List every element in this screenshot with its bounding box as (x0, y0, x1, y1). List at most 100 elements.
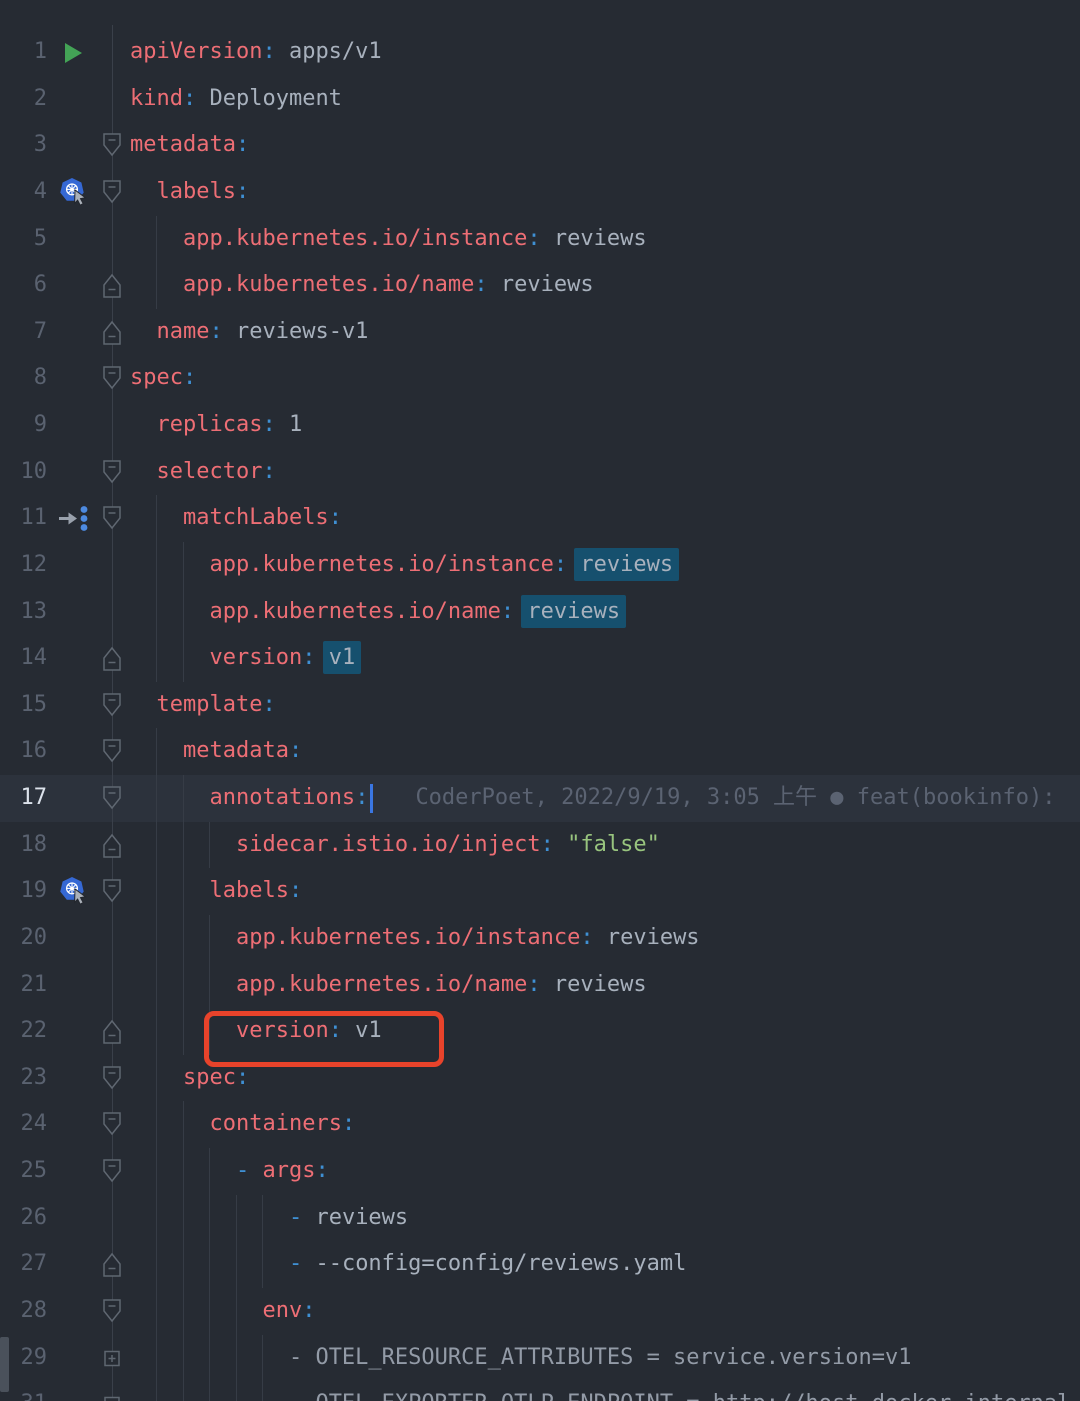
code-text: apiVersion: apps/v1 (130, 29, 382, 76)
code-line-27[interactable]: 27 - --config=config/reviews.yaml (0, 1241, 1080, 1288)
code-line-7[interactable]: 7 name: reviews-v1 (0, 309, 1080, 356)
code-token: - OTEL_RESOURCE_ATTRIBUTES = service.ver… (289, 1345, 912, 1370)
fold-collapse-icon[interactable] (100, 459, 124, 486)
code-text: selector: (130, 449, 276, 496)
code-token: : (183, 365, 196, 390)
fold-collapse-icon[interactable] (100, 738, 124, 765)
code-text: app.kubernetes.io/instance: reviews (130, 915, 700, 962)
code-token: env (262, 1298, 302, 1323)
code-line-29[interactable]: 29 - OTEL_RESOURCE_ATTRIBUTES = service.… (0, 1335, 1080, 1382)
fold-collapse-icon[interactable] (100, 132, 124, 159)
code-token: reviews (488, 272, 594, 297)
fold-collapse-icon[interactable] (100, 179, 124, 206)
fold-collapse-end-icon[interactable] (100, 272, 124, 299)
kubernetes-icon[interactable] (59, 876, 90, 907)
fold-collapse-end-icon[interactable] (100, 645, 124, 672)
code-token: : (302, 645, 315, 670)
code-text: - args: (130, 1148, 329, 1195)
fold-collapse-icon[interactable] (100, 505, 124, 532)
line-number: 18 (0, 822, 47, 869)
code-line-18[interactable]: 18 sidecar.istio.io/inject: "false" (0, 822, 1080, 869)
line-number: 22 (0, 1008, 47, 1055)
code-line-14[interactable]: 14 version: v1 (0, 635, 1080, 682)
kubernetes-icon[interactable] (59, 177, 90, 208)
code-line-26[interactable]: 26 - reviews (0, 1195, 1080, 1242)
fold-collapse-end-icon[interactable] (100, 1018, 124, 1045)
code-line-22[interactable]: 22 version: v1 (0, 1008, 1080, 1055)
line-number: 17 (0, 775, 47, 822)
fold-expand-icon[interactable] (100, 1391, 124, 1401)
code-text: spec: (130, 355, 196, 402)
code-line-16[interactable]: 16 metadata: (0, 728, 1080, 775)
code-token: reviews (541, 972, 647, 997)
code-token: : (474, 272, 487, 297)
code-line-9[interactable]: 9 replicas: 1 (0, 402, 1080, 449)
code-token: : (209, 319, 222, 344)
code-line-25[interactable]: 25 - args: (0, 1148, 1080, 1195)
code-token: kind (130, 86, 183, 111)
code-token: : (527, 226, 540, 251)
code-token: --config=config/reviews.yaml (315, 1251, 686, 1276)
code-line-2[interactable]: 2kind: Deployment (0, 76, 1080, 123)
code-token: : (501, 599, 514, 624)
fold-collapse-icon[interactable] (100, 785, 124, 812)
code-line-31[interactable]: 31 - OTEL_EXPORTER_OTLP_ENDPOINT = http:… (0, 1381, 1080, 1401)
run-icon[interactable] (62, 41, 84, 65)
code-line-28[interactable]: 28 env: (0, 1288, 1080, 1335)
line-number: 8 (0, 355, 47, 402)
code-line-19[interactable]: 19 labels: (0, 868, 1080, 915)
code-text: app.kubernetes.io/instance: reviews (130, 542, 673, 589)
code-line-1[interactable]: 1 apiVersion: apps/v1 (0, 29, 1080, 76)
code-token: - OTEL_EXPORTER_OTLP_ENDPOINT = http://h… (289, 1391, 1070, 1401)
code-token: "false" (567, 832, 660, 857)
line-number: 1 (0, 29, 47, 76)
code-token (554, 832, 567, 857)
code-line-6[interactable]: 6 app.kubernetes.io/name: reviews (0, 262, 1080, 309)
line-number: 16 (0, 728, 47, 775)
code-token: spec (183, 1065, 236, 1090)
code-token: replicas (157, 412, 263, 437)
code-line-10[interactable]: 10 selector: (0, 449, 1080, 496)
code-line-20[interactable]: 20 app.kubernetes.io/instance: reviews (0, 915, 1080, 962)
fold-collapse-icon[interactable] (100, 1298, 124, 1325)
code-line-13[interactable]: 13 app.kubernetes.io/name: reviews (0, 589, 1080, 636)
annotation-box (204, 1011, 444, 1067)
code-token: 1 (276, 412, 303, 437)
code-token: : (236, 132, 249, 157)
fold-collapse-icon[interactable] (100, 1158, 124, 1185)
fold-collapse-end-icon[interactable] (100, 319, 124, 346)
code-line-24[interactable]: 24 containers: (0, 1101, 1080, 1148)
fold-collapse-icon[interactable] (100, 692, 124, 719)
code-token: : (262, 412, 275, 437)
fold-expand-icon[interactable] (100, 1345, 124, 1372)
fold-collapse-icon[interactable] (100, 1111, 124, 1138)
code-line-21[interactable]: 21 app.kubernetes.io/name: reviews (0, 962, 1080, 1009)
code-line-15[interactable]: 15 template: (0, 682, 1080, 729)
related-symbols-icon[interactable] (56, 505, 94, 532)
fold-collapse-end-icon[interactable] (100, 832, 124, 859)
code-line-12[interactable]: 12 app.kubernetes.io/instance: reviews (0, 542, 1080, 589)
code-text: annotations:CoderPoet, 2022/9/19, 3:05 上… (130, 775, 1055, 822)
fold-collapse-end-icon[interactable] (100, 1251, 124, 1278)
line-number: 7 (0, 309, 47, 356)
code-token: reviews-v1 (223, 319, 369, 344)
code-text: app.kubernetes.io/name: reviews (130, 589, 620, 636)
code-token: - (289, 1251, 316, 1276)
highlighted-value: reviews (574, 548, 679, 581)
code-token: sidecar.istio.io/inject (236, 832, 541, 857)
code-token: app.kubernetes.io/name (236, 972, 527, 997)
line-number: 12 (0, 542, 47, 589)
code-text: - reviews (130, 1195, 408, 1242)
fold-collapse-icon[interactable] (100, 1065, 124, 1092)
code-line-4[interactable]: 4 labels: (0, 169, 1080, 216)
code-line-23[interactable]: 23 spec: (0, 1055, 1080, 1102)
fold-collapse-icon[interactable] (100, 365, 124, 392)
code-line-11[interactable]: 11 matchLabels: (0, 495, 1080, 542)
code-line-5[interactable]: 5 app.kubernetes.io/instance: reviews (0, 216, 1080, 263)
code-text: - OTEL_EXPORTER_OTLP_ENDPOINT = http://h… (130, 1381, 1070, 1401)
code-line-3[interactable]: 3metadata: (0, 122, 1080, 169)
code-line-8[interactable]: 8 spec: (0, 355, 1080, 402)
editor: 1 apiVersion: apps/v12kind: Deployment3me… (0, 0, 1080, 1401)
fold-collapse-icon[interactable] (100, 878, 124, 905)
code-line-17[interactable]: 17 annotations:CoderPoet, 2022/9/19, 3:0… (0, 775, 1080, 822)
